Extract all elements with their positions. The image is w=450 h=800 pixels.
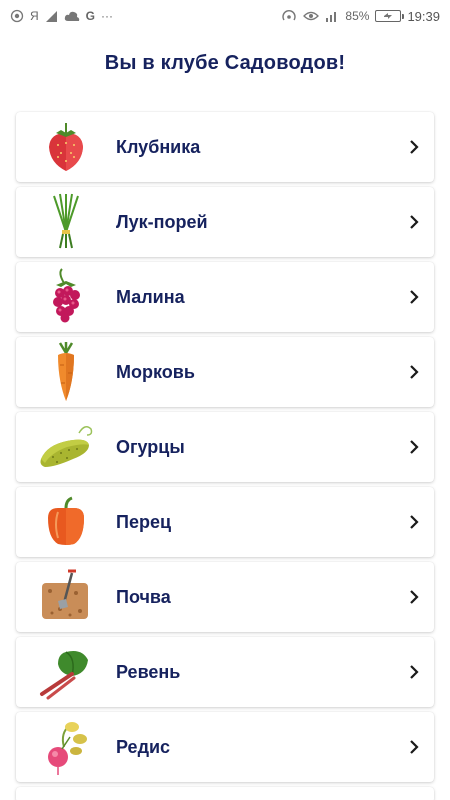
list-item-soil[interactable]: Почва [16,562,434,632]
item-label: Почва [116,586,171,607]
status-bar: Я G ··· 85% 19:39 [0,0,450,32]
list-item-pepper[interactable]: Перец [16,487,434,557]
item-label: Огурцы [116,436,185,457]
wifi-calling-icon [10,9,24,23]
google-icon: G [85,9,96,23]
item-label: Малина [116,286,185,307]
item-label: Редис [116,736,171,757]
carrot-icon [16,337,116,407]
chevron-right-icon [394,712,434,782]
chevron-right-icon [394,562,434,632]
chevron-right-icon [394,337,434,407]
item-label: Перец [116,511,172,532]
status-right: 85% 19:39 [281,9,440,24]
clock: 19:39 [407,8,440,24]
yandex-icon: Я [30,9,39,23]
chevron-right-icon [394,412,434,482]
signal-icon [325,10,339,22]
pepper-icon [16,487,116,557]
send-icon [45,10,58,23]
item-label: Клубника [116,136,201,157]
list-item-cucumber[interactable]: Огурцы [16,412,434,482]
radish-icon [16,712,116,782]
item-label: Ревень [116,661,181,682]
plant-list: Клубника Лук-порей Малина Морковь Огурцы… [16,112,434,800]
cloud-icon [64,11,80,22]
list-item-rhubarb[interactable]: Ревень [16,637,434,707]
status-left: Я G ··· [10,9,113,23]
list-item-raspberry[interactable]: Малина [16,262,434,332]
strawberry-icon [16,112,116,182]
rhubarb-icon [16,637,116,707]
list-item-carrot[interactable]: Морковь [16,337,434,407]
item-label: Морковь [116,361,195,382]
list-item-radish[interactable]: Редис [16,712,434,782]
chevron-right-icon [394,187,434,257]
list-item-partial[interactable] [16,787,434,800]
chevron-right-icon [394,487,434,557]
list-item-leek[interactable]: Лук-порей [16,187,434,257]
item-label: Лук-порей [116,211,208,232]
leek-icon [16,187,116,257]
chevron-right-icon [394,262,434,332]
raspberry-icon [16,262,116,332]
chevron-right-icon [394,637,434,707]
eye-icon [303,11,320,21]
battery-percent: 85% [345,9,370,23]
page-title: Вы в клубе Садоводов! [104,52,346,74]
soil-icon [16,562,116,632]
list-item-strawberry[interactable]: Клубника [16,112,434,182]
battery-icon [375,10,405,22]
cucumber-icon [16,412,116,482]
chevron-right-icon [394,112,434,182]
more-dots-icon: ··· [101,9,114,23]
hotspot-icon [281,9,297,23]
